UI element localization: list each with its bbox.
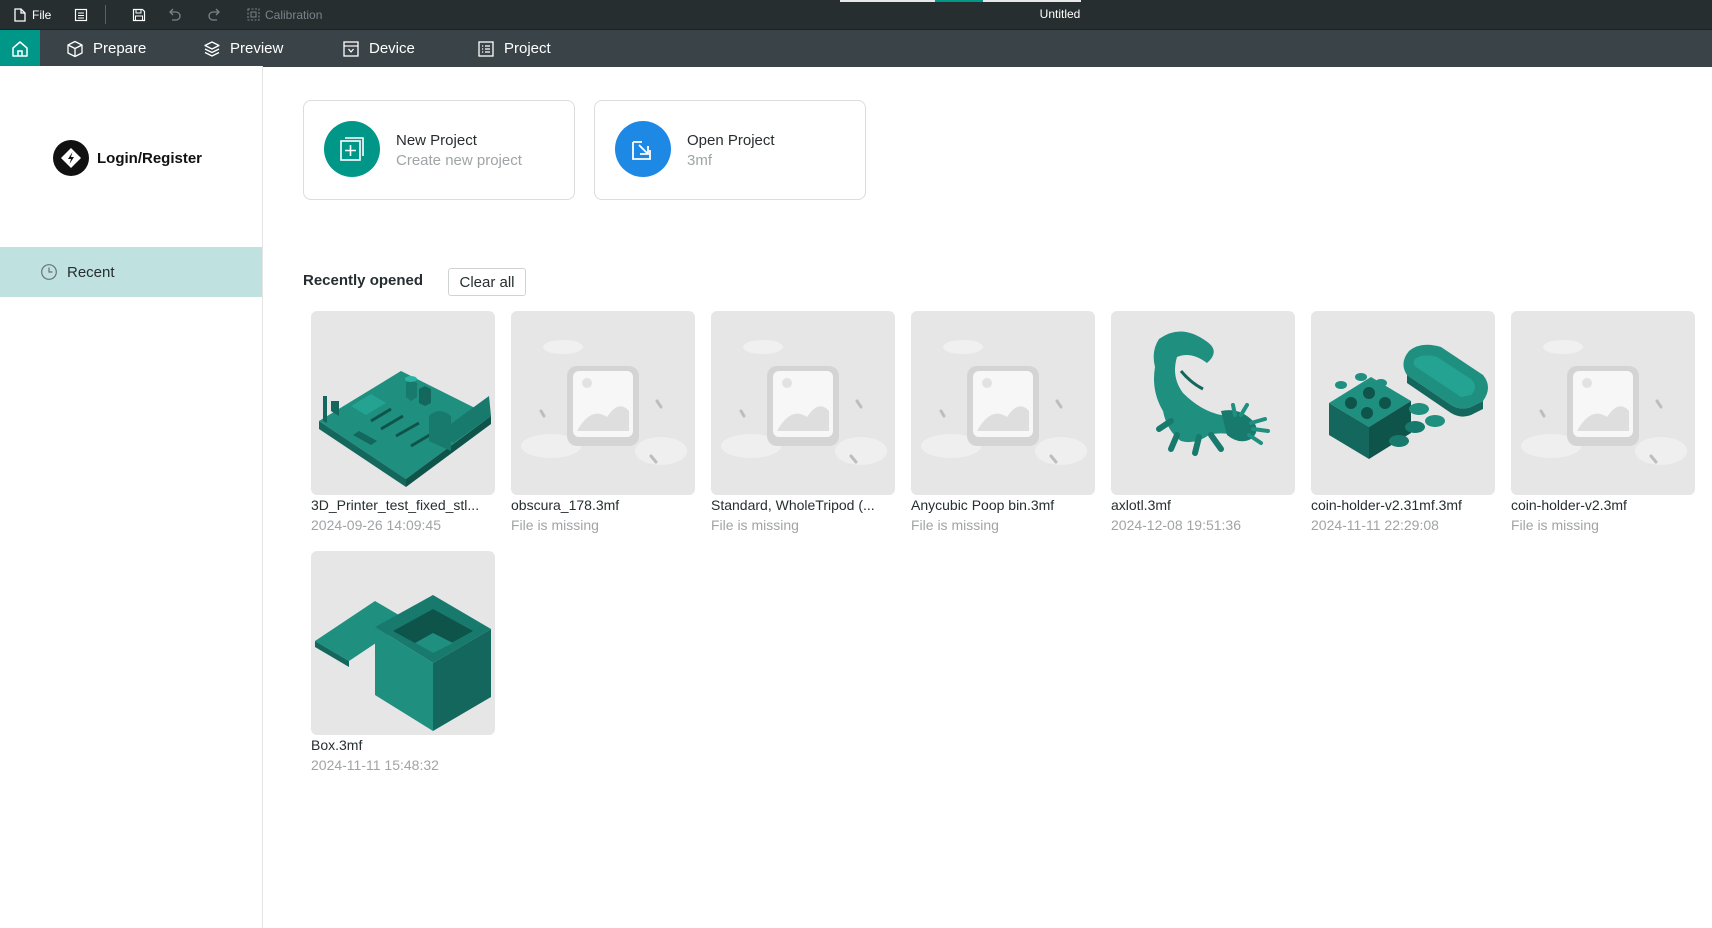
missing-image-placeholder-icon: [921, 340, 1087, 465]
clear-all-button[interactable]: Clear all: [448, 268, 526, 296]
test-model-thumbnail-icon: [319, 371, 491, 487]
open-project-title: Open Project: [687, 132, 775, 149]
window-title: Untitled: [1039, 7, 1081, 21]
sidebar: Login/Register Recent: [0, 66, 263, 928]
recent-item-date: 2024-11-11 22:29:08: [1311, 517, 1439, 533]
axolotl-thumbnail-icon: [1153, 331, 1270, 456]
new-project-icon: [324, 121, 380, 177]
recent-item-name[interactable]: Box.3mf: [311, 737, 497, 753]
device-icon: [343, 40, 359, 57]
document-menu-button[interactable]: [74, 0, 88, 29]
main-tab-bar: Prepare Preview Device Project: [0, 29, 1712, 67]
recent-item-date: 2024-09-26 14:09:45: [311, 517, 441, 533]
file-icon: [14, 7, 26, 22]
recently-opened-heading: Recently opened: [303, 272, 424, 289]
recent-item-thumbnail[interactable]: [911, 311, 1095, 495]
sidebar-item-recent-label: Recent: [67, 263, 115, 281]
tab-prepare[interactable]: Prepare: [66, 30, 146, 67]
save-button[interactable]: [132, 0, 146, 29]
undo-icon: [169, 8, 181, 21]
tab-device[interactable]: Device: [342, 30, 415, 67]
box-thumbnail-icon: [315, 595, 491, 731]
title-bar: File Calibration Untitled: [0, 0, 1712, 29]
layers-icon: [204, 40, 220, 57]
redo-icon: [208, 8, 220, 21]
recent-item-thumbnail[interactable]: [1311, 311, 1495, 495]
recent-item-date: 2024-11-11 15:48:32: [311, 757, 439, 773]
recent-item-thumbnail[interactable]: [711, 311, 895, 495]
open-project-card[interactable]: Open Project 3mf: [594, 100, 866, 200]
tab-preview[interactable]: Preview: [203, 30, 283, 67]
tab-project-label: Project: [504, 40, 551, 57]
missing-image-placeholder-icon: [521, 340, 687, 465]
document-list-icon: [74, 8, 88, 21]
recent-item-name[interactable]: 3D_Printer_test_fixed_stl...: [311, 497, 497, 513]
sidebar-item-recent[interactable]: Recent: [0, 247, 262, 297]
undo-button[interactable]: [167, 0, 182, 29]
missing-image-placeholder-icon: [721, 340, 887, 465]
file-menu-label: File: [32, 7, 52, 22]
home-icon: [12, 40, 28, 57]
window-indicator-left: [840, 0, 935, 2]
recent-item-status: File is missing: [711, 517, 799, 533]
titlebar-divider: [105, 5, 106, 24]
calibration-label: Calibration: [265, 7, 323, 22]
new-project-card[interactable]: New Project Create new project: [303, 100, 575, 200]
coin-holder-thumbnail-icon: [1329, 344, 1488, 459]
list-icon: [478, 40, 494, 57]
tab-prepare-label: Prepare: [93, 40, 147, 57]
new-project-title: New Project: [396, 132, 477, 149]
login-register-button[interactable]: Login/Register: [53, 140, 202, 176]
window-indicator-active: [935, 0, 983, 2]
file-menu[interactable]: File: [14, 0, 51, 29]
open-project-icon: [615, 121, 671, 177]
home-tab[interactable]: [0, 30, 40, 67]
recent-item-thumbnail[interactable]: [311, 551, 495, 735]
clock-icon: [41, 264, 57, 280]
login-register-label: Login/Register: [97, 149, 203, 167]
redo-button[interactable]: [207, 0, 222, 29]
recent-item-name[interactable]: Anycubic Poop bin.3mf: [911, 497, 1097, 513]
recent-item-name[interactable]: obscura_178.3mf: [511, 497, 697, 513]
save-icon: [132, 8, 146, 21]
brand-logo-icon: [53, 140, 89, 176]
recent-item-name[interactable]: Standard, WholeTripod (...: [711, 497, 897, 513]
tab-project[interactable]: Project: [477, 30, 551, 67]
tab-device-label: Device: [369, 40, 415, 57]
recent-item-status: File is missing: [1511, 517, 1599, 533]
open-project-subtitle: 3mf: [687, 152, 713, 169]
cube-icon: [67, 40, 83, 57]
recent-item-name[interactable]: axlotl.3mf: [1111, 497, 1297, 513]
tab-preview-label: Preview: [230, 40, 284, 57]
recent-item-name[interactable]: coin-holder-v2.3mf: [1511, 497, 1697, 513]
recent-item-status: File is missing: [911, 517, 999, 533]
recent-item-thumbnail[interactable]: [1511, 311, 1695, 495]
recent-item-date: 2024-12-08 19:51:36: [1111, 517, 1241, 533]
new-project-subtitle: Create new project: [396, 152, 522, 169]
recent-item-thumbnail[interactable]: [1111, 311, 1295, 495]
calibration-icon: [247, 8, 260, 21]
recent-item-thumbnail[interactable]: [511, 311, 695, 495]
calibration-button[interactable]: Calibration: [247, 0, 322, 29]
recent-item-thumbnail[interactable]: [311, 311, 495, 495]
recent-item-name[interactable]: coin-holder-v2.31mf.3mf: [1311, 497, 1497, 513]
missing-image-placeholder-icon: [1521, 340, 1687, 465]
recent-item-status: File is missing: [511, 517, 599, 533]
